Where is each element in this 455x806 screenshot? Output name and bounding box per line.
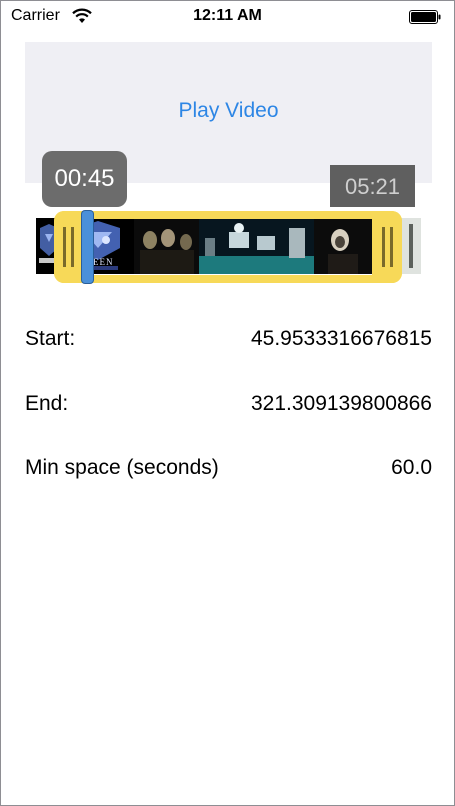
play-video-button[interactable]: Play Video — [25, 99, 432, 123]
grip-icon — [63, 227, 66, 267]
start-row: Start: 45.9533316676815 — [25, 327, 432, 357]
start-value: 45.9533316676815 — [250, 327, 432, 350]
thumbnail-frame — [199, 218, 314, 274]
start-time-bubble: 00:45 — [42, 151, 127, 207]
min-space-row: Min space (seconds) 60.0 — [25, 456, 432, 486]
min-space-value: 60.0 — [391, 456, 432, 479]
grip-icon — [382, 227, 385, 267]
end-label: End: — [25, 392, 69, 415]
trim-end-handle[interactable] — [372, 211, 402, 283]
thumbnail-frame — [134, 218, 199, 274]
end-value: 321.309139800866 — [250, 392, 432, 415]
start-label: Start: — [25, 327, 76, 350]
playhead-handle[interactable] — [81, 210, 94, 284]
status-time: 12:11 AM — [193, 7, 262, 24]
thumbnail-frame — [314, 218, 379, 274]
app-screen: Carrier 12:11 AM Play Video QUEEN 00:45 … — [0, 0, 455, 806]
grip-icon — [71, 227, 74, 267]
end-time-bubble: 05:21 — [330, 165, 415, 207]
status-bar: Carrier 12:11 AM — [1, 1, 454, 35]
end-row: End: 321.309139800866 — [25, 392, 432, 422]
battery-icon — [409, 10, 441, 24]
min-space-label: Min space (seconds) — [25, 456, 219, 479]
grip-icon — [390, 227, 393, 267]
trim-start-handle[interactable] — [54, 211, 84, 283]
